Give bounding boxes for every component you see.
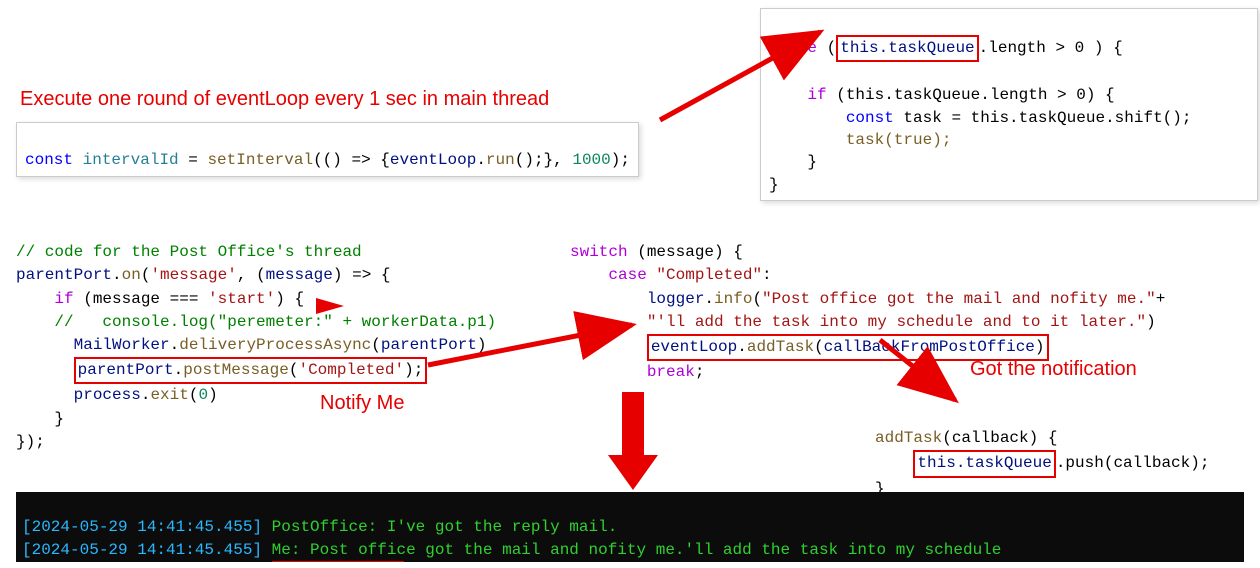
code-addtask: addTask(callback) { this.taskQueue.push(… [875, 404, 1209, 501]
code-switch: switch (message) { case "Completed": log… [570, 218, 1165, 384]
terminal-output: [2024-05-29 14:41:45.455] PostOffice: I'… [16, 492, 1244, 562]
code-setinterval: const intervalId = setInterval(() => {ev… [16, 122, 639, 177]
code-while-block: while (this.taskQueue.length > 0 ) { if … [760, 8, 1258, 201]
code-worker: // code for the Post Office's thread par… [16, 218, 496, 454]
annotation-execute: Execute one round of eventLoop every 1 s… [20, 88, 549, 111]
